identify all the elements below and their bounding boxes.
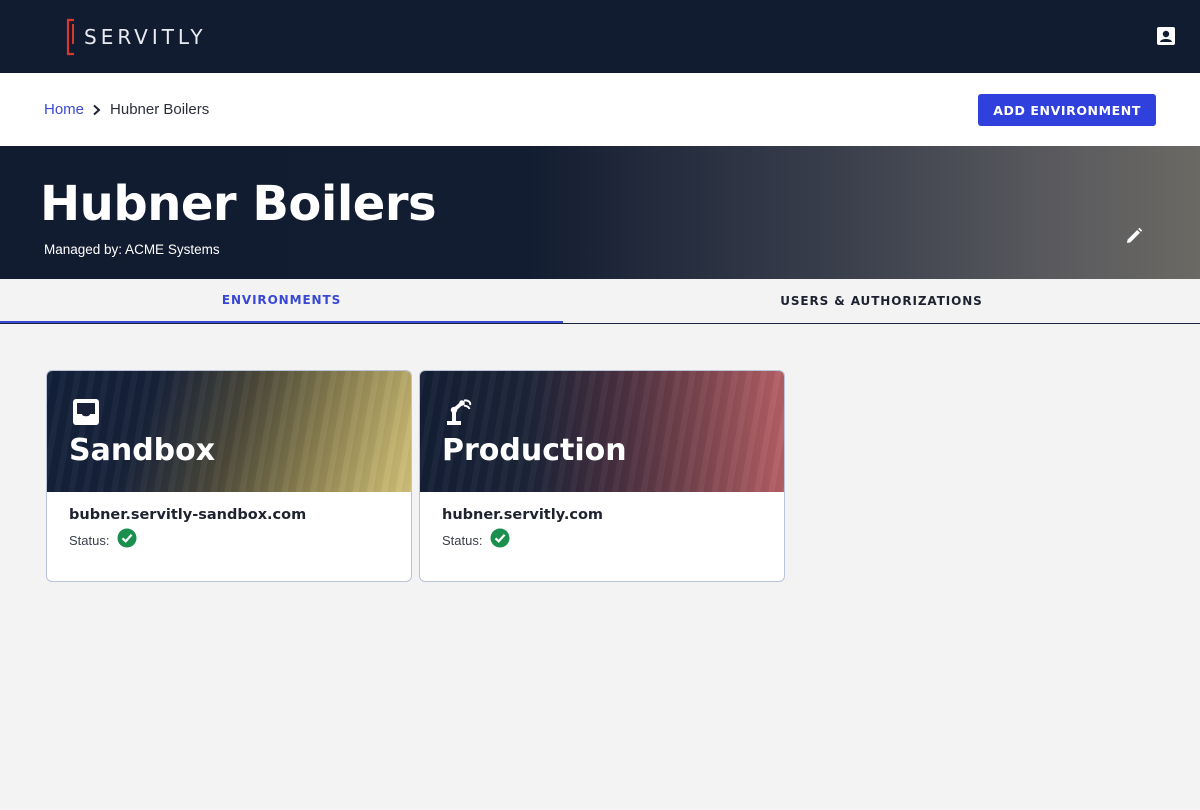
environment-name: Production <box>442 433 627 468</box>
status-label: Status: <box>69 533 110 548</box>
pencil-edit-icon[interactable] <box>1124 226 1144 246</box>
environment-url: bubner.servitly-sandbox.com <box>69 507 307 523</box>
check-circle-icon <box>117 528 137 548</box>
card-header: Production <box>420 371 784 492</box>
breadcrumb-home-link[interactable]: Home <box>44 101 84 118</box>
environment-card-production[interactable]: Production hubner.servitly.com Status: <box>419 370 785 582</box>
status-label: Status: <box>442 533 483 548</box>
environment-status: Status: <box>442 528 510 548</box>
customer-header: Hubner Boilers Managed by: ACME Systems <box>0 146 1200 279</box>
environment-url: hubner.servitly.com <box>442 507 604 523</box>
breadcrumb-current: Hubner Boilers <box>110 101 210 118</box>
breadcrumb: Home Hubner Boilers <box>44 101 209 118</box>
top-bar: SERVITLY <box>0 0 1200 73</box>
servitly-logo[interactable]: SERVITLY <box>66 17 207 57</box>
environment-card-sandbox[interactable]: Sandbox bubner.servitly-sandbox.com Stat… <box>46 370 412 582</box>
account-icon[interactable] <box>1156 26 1176 46</box>
check-circle-icon <box>490 528 510 548</box>
logo-text: SERVITLY <box>84 25 207 49</box>
managed-by-label: Managed by: ACME Systems <box>44 242 220 257</box>
tab-environments[interactable]: ENVIRONMENTS <box>0 279 563 323</box>
breadcrumb-bar: Home Hubner Boilers ADD ENVIRONMENT <box>0 73 1200 146</box>
chevron-right-icon <box>92 104 102 116</box>
logo-bracket-icon <box>66 18 76 56</box>
environment-name: Sandbox <box>69 433 216 468</box>
add-environment-button[interactable]: ADD ENVIRONMENT <box>978 94 1156 126</box>
environment-status: Status: <box>69 528 137 548</box>
tab-users-authorizations[interactable]: USERS & AUTHORIZATIONS <box>563 279 1200 323</box>
tab-bar: ENVIRONMENTS USERS & AUTHORIZATIONS <box>0 279 1200 324</box>
page-title: Hubner Boilers <box>40 176 437 232</box>
card-header: Sandbox <box>47 371 411 492</box>
inbox-icon <box>71 397 101 427</box>
robot-arm-icon <box>444 397 474 427</box>
